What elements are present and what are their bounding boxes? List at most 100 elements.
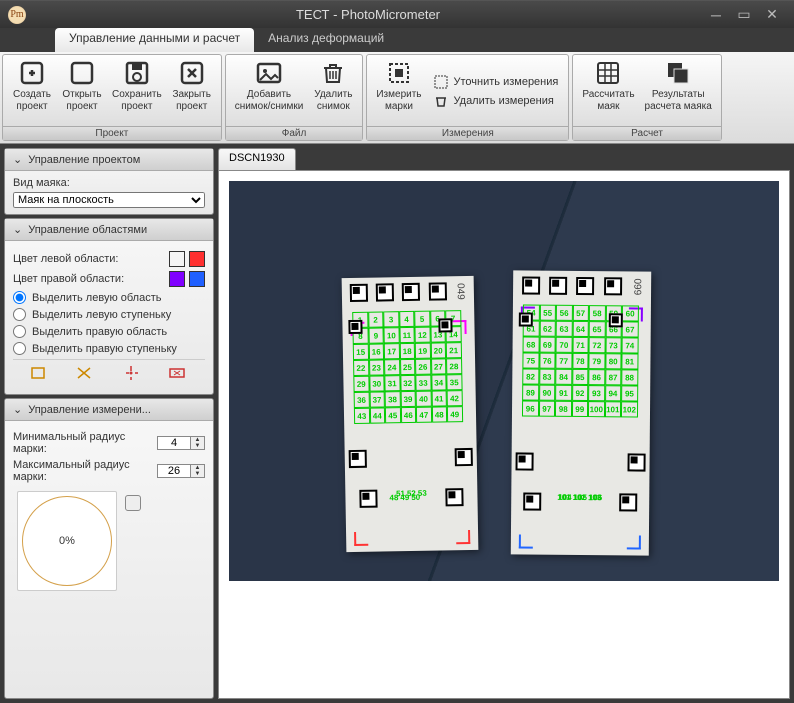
checkbox-toggle[interactable] bbox=[125, 495, 141, 511]
max-radius-spinner[interactable]: ▲▼ bbox=[157, 464, 205, 478]
panel-header-project[interactable]: ⌄Управление проектом bbox=[5, 149, 213, 171]
radio-label: Выделить правую ступеньку bbox=[32, 343, 177, 355]
left-color-label: Цвет левой области: bbox=[13, 253, 165, 265]
fiducial-icon bbox=[376, 283, 394, 301]
fiducial-icon bbox=[576, 277, 594, 295]
radio-left-step[interactable] bbox=[13, 308, 26, 321]
delete-measurements-button[interactable]: Удалить измерения bbox=[431, 93, 561, 109]
chevron-down-icon: ⌄ bbox=[13, 223, 22, 236]
minimize-button[interactable]: ─ bbox=[702, 6, 730, 24]
detection-grid: 1234567891011121314151617181920212223242… bbox=[352, 310, 466, 442]
fiducial-icon bbox=[402, 283, 420, 301]
beacon-type-select[interactable]: Маяк на плоскость bbox=[13, 192, 205, 208]
card-serial: 099 bbox=[631, 278, 642, 295]
min-radius-spinner[interactable]: ▲▼ bbox=[157, 436, 205, 450]
new-file-icon bbox=[18, 59, 46, 87]
min-radius-input[interactable] bbox=[158, 437, 190, 449]
fiducial-icon bbox=[604, 277, 622, 295]
group-label: Проект bbox=[3, 126, 221, 140]
radio-left-area[interactable] bbox=[13, 291, 26, 304]
left-color-swatch-2[interactable] bbox=[189, 251, 205, 267]
right-color-swatch-1[interactable] bbox=[169, 271, 185, 287]
panel-header-measurements[interactable]: ⌄Управление измерени... bbox=[5, 399, 213, 421]
max-radius-label: Максимальный радиус марки: bbox=[13, 459, 151, 483]
image-viewer[interactable]: 049 123456789101112131415161718192021222… bbox=[218, 170, 790, 699]
fiducial-icon bbox=[350, 284, 368, 302]
tab-data-management[interactable]: Управление данными и расчет bbox=[55, 28, 254, 52]
radio-right-area[interactable] bbox=[13, 325, 26, 338]
fiducial-icon bbox=[515, 452, 533, 470]
app-logo-icon: Pm bbox=[8, 6, 26, 24]
group-label: Измерения bbox=[367, 126, 568, 140]
refine-measurements-button[interactable]: Уточнить измерения bbox=[431, 74, 561, 90]
calculate-beacon-button[interactable]: Рассчитать маяк bbox=[577, 57, 639, 126]
fiducial-icon bbox=[359, 490, 377, 508]
tool-rotate-icon[interactable] bbox=[76, 364, 96, 384]
add-image-button[interactable]: Добавить снимок/снимки bbox=[230, 57, 309, 126]
spin-down-icon[interactable]: ▼ bbox=[191, 471, 204, 477]
open-icon bbox=[68, 59, 96, 87]
photo-canvas: 049 123456789101112131415161718192021222… bbox=[229, 181, 779, 581]
save-project-button[interactable]: Сохранить проект bbox=[107, 57, 167, 126]
titlebar: Pm ТЕСТ - PhotoMicrometer ─ ▭ ✕ bbox=[0, 0, 794, 28]
radio-right-step[interactable] bbox=[13, 342, 26, 355]
left-color-swatch-1[interactable] bbox=[169, 251, 185, 267]
panel-header-areas[interactable]: ⌄Управление областями bbox=[5, 219, 213, 241]
detection-grid: 5455565758596061626364656667686970717273… bbox=[522, 304, 641, 445]
tab-deformation-analysis[interactable]: Анализ деформаций bbox=[254, 28, 398, 52]
measure-marks-button[interactable]: Измерить марки bbox=[371, 57, 426, 126]
open-project-button[interactable]: Открыть проект bbox=[57, 57, 107, 126]
trash-icon bbox=[319, 59, 347, 87]
ribbon-group-calc: Рассчитать маяк Результаты расчета маяка… bbox=[572, 54, 721, 141]
panel-project: ⌄Управление проектом Вид маяка: Маяк на … bbox=[4, 148, 214, 215]
radio-label: Выделить левую область bbox=[32, 292, 161, 304]
tool-clear-icon[interactable] bbox=[168, 364, 188, 384]
measure-icon bbox=[385, 59, 413, 87]
refine-icon bbox=[433, 74, 449, 90]
tool-rect-icon[interactable] bbox=[30, 364, 50, 384]
chevron-down-icon: ⌄ bbox=[13, 403, 22, 416]
calculation-results-button[interactable]: Результаты расчета маяка bbox=[640, 57, 717, 126]
corner-marker-icon bbox=[456, 530, 470, 544]
mark-numbers: 101102103 bbox=[557, 493, 601, 502]
panel-measurements: ⌄Управление измерени... Минимальный ради… bbox=[4, 398, 214, 699]
target-card-right: 099 545556575859606162636465666768697071… bbox=[511, 270, 651, 555]
fiducial-icon bbox=[349, 450, 367, 468]
content-area: DSCN1930 049 123456789101112131415161718… bbox=[218, 148, 790, 699]
target-card-left: 049 123456789101112131415161718192021222… bbox=[342, 276, 479, 552]
main-tabbar: Управление данными и расчет Анализ дефор… bbox=[0, 28, 794, 52]
document-tab[interactable]: DSCN1930 bbox=[218, 148, 296, 170]
close-project-button[interactable]: Закрыть проект bbox=[167, 57, 217, 126]
group-label: Расчет bbox=[573, 126, 720, 140]
fiducial-icon bbox=[549, 277, 567, 295]
close-file-icon bbox=[178, 59, 206, 87]
fiducial-icon bbox=[522, 276, 540, 294]
card-serial: 049 bbox=[455, 283, 466, 300]
tool-point-icon[interactable] bbox=[122, 364, 142, 384]
ribbon-group-measure: Измерить марки Уточнить измерения Удалит… bbox=[366, 54, 569, 141]
grid-icon bbox=[594, 59, 622, 87]
sidebar: ⌄Управление проектом Вид маяка: Маяк на … bbox=[4, 148, 214, 699]
create-project-button[interactable]: Создать проект bbox=[7, 57, 57, 126]
close-button[interactable]: ✕ bbox=[758, 6, 786, 24]
max-radius-input[interactable] bbox=[158, 465, 190, 477]
delete-image-button[interactable]: Удалить снимок bbox=[308, 57, 358, 126]
beacon-type-label: Вид маяка: bbox=[13, 177, 205, 189]
right-color-swatch-2[interactable] bbox=[189, 271, 205, 287]
radio-label: Выделить левую ступеньку bbox=[32, 309, 171, 321]
maximize-button[interactable]: ▭ bbox=[730, 6, 758, 24]
fiducial-icon bbox=[619, 493, 637, 511]
ribbon-group-project: Создать проект Открыть проект Сохранить … bbox=[2, 54, 222, 141]
fiducial-icon bbox=[455, 448, 473, 466]
corner-marker-icon bbox=[519, 534, 533, 548]
fiducial-icon bbox=[428, 282, 446, 300]
window-title: ТЕСТ - PhotoMicrometer bbox=[34, 7, 702, 22]
right-color-label: Цвет правой области: bbox=[13, 273, 165, 285]
min-radius-label: Минимальный радиус марки: bbox=[13, 431, 151, 455]
progress-circle: 0% bbox=[17, 491, 117, 591]
spin-down-icon[interactable]: ▼ bbox=[191, 443, 204, 449]
radio-label: Выделить правую область bbox=[32, 326, 167, 338]
chevron-down-icon: ⌄ bbox=[13, 153, 22, 166]
corner-marker-icon bbox=[354, 532, 368, 546]
fiducial-icon bbox=[627, 453, 645, 471]
